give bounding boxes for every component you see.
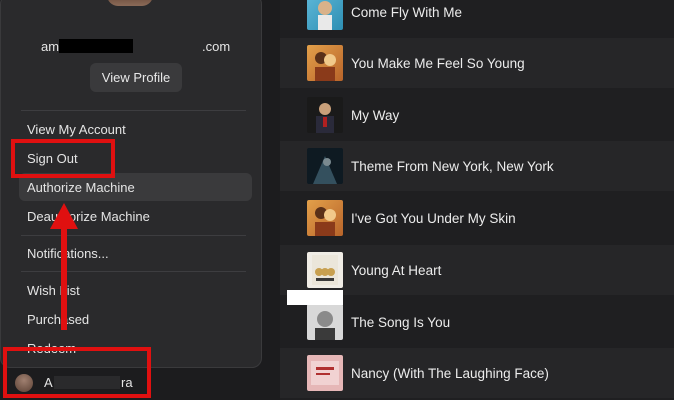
song-title: You Make Me Feel So Young (351, 55, 525, 71)
redaction-patch (287, 290, 343, 305)
song-row[interactable]: Theme From New York, New York (280, 141, 674, 191)
song-list: Come Fly With Me You Make Me Feel So You… (280, 0, 674, 400)
song-title: Nancy (With The Laughing Face) (351, 365, 549, 381)
album-cover (307, 0, 343, 30)
album-cover (307, 97, 343, 133)
song-row[interactable]: Young At Heart (280, 245, 674, 295)
song-row[interactable]: Come Fly With Me (280, 0, 674, 37)
menu-item-purchased[interactable]: Purchased (19, 305, 252, 333)
menu-item-view-my-account[interactable]: View My Account (19, 115, 252, 143)
song-title: Theme From New York, New York (351, 158, 554, 174)
view-profile-button[interactable]: View Profile (90, 63, 182, 92)
song-row[interactable]: My Way (280, 90, 674, 140)
account-name-last: ra (121, 375, 133, 390)
album-cover (307, 200, 343, 236)
redaction-box (54, 376, 120, 389)
song-row[interactable]: I've Got You Under My Skin (280, 193, 674, 243)
divider (21, 110, 246, 111)
menu-item-sign-out[interactable]: Sign Out (19, 144, 252, 172)
menu-item-wish-list[interactable]: Wish List (19, 276, 252, 304)
annotation-arrow-shaft (61, 226, 67, 330)
profile-avatar (107, 0, 153, 6)
song-title: I've Got You Under My Skin (351, 210, 516, 226)
song-row[interactable]: You Make Me Feel So Young (280, 38, 674, 88)
account-button[interactable]: A ra (8, 352, 148, 398)
redaction-box (59, 39, 133, 53)
avatar (15, 374, 33, 392)
account-menu: am .com View Profile View My Account Sig… (0, 0, 262, 368)
album-cover (307, 45, 343, 81)
email-prefix: am (41, 39, 60, 54)
album-cover (307, 304, 343, 340)
album-cover (307, 355, 343, 391)
song-title: My Way (351, 107, 400, 123)
menu-item-notifications[interactable]: Notifications... (19, 239, 252, 267)
song-title: Come Fly With Me (351, 4, 463, 20)
song-title: The Song Is You (351, 314, 451, 330)
divider (21, 235, 246, 236)
song-row[interactable]: Nancy (With The Laughing Face) (280, 348, 674, 398)
album-cover (307, 148, 343, 184)
song-title: Young At Heart (351, 262, 442, 278)
menu-item-authorize-machine[interactable]: Authorize Machine (19, 173, 252, 201)
divider (21, 271, 246, 272)
album-cover (307, 252, 343, 288)
annotation-arrow-head (50, 203, 78, 229)
account-name-first: A (44, 375, 53, 390)
email-suffix: .com (202, 39, 231, 54)
